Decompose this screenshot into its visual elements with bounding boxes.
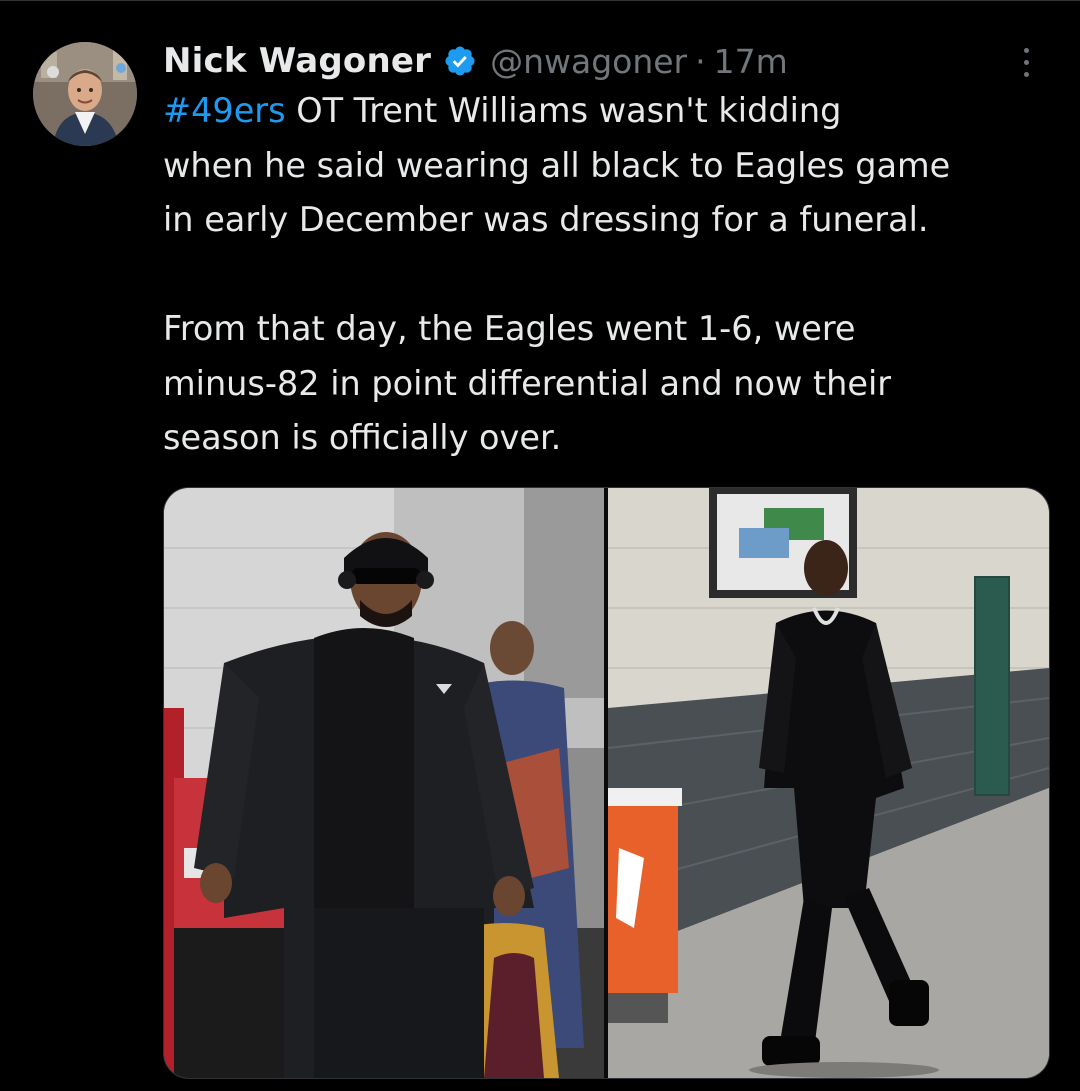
tweet-line: in early December was dressing for a fun… <box>163 200 929 239</box>
author-handle[interactable]: @nwagoner <box>490 42 687 81</box>
more-options-icon[interactable] <box>1016 48 1036 84</box>
tweet-line: minus-82 in point differential and now t… <box>163 363 892 403</box>
photo-right <box>607 488 1049 1078</box>
verified-badge-icon <box>443 44 477 78</box>
tweet[interactable]: Nick Wagoner @nwagoner · 17m #49ers OT T… <box>0 0 1080 1091</box>
tweet-body: Nick Wagoner @nwagoner · 17m #49ers OT T… <box>163 38 1063 466</box>
separator-dot: · <box>695 41 706 81</box>
author-name[interactable]: Nick Wagoner <box>163 41 431 81</box>
photo-left <box>164 488 604 1078</box>
tweet-line-text: OT Trent Williams wasn't kidding <box>285 91 842 130</box>
tweet-line: season is officially over. <box>163 418 562 457</box>
tweet-header: Nick Wagoner @nwagoner · 17m <box>163 38 1063 84</box>
hashtag-link[interactable]: #49ers <box>163 91 286 130</box>
tweet-line: #49ers OT Trent Williams wasn't kidding <box>163 84 1063 139</box>
timestamp[interactable]: 17m <box>714 42 788 81</box>
tweet-text: #49ers OT Trent Williams wasn't kidding … <box>163 84 1063 466</box>
tweet-line: when he said wearing all black to Eagles… <box>163 145 951 185</box>
tweet-line: From that day, the Eagles went 1-6, were <box>163 309 856 348</box>
tweet-media[interactable] <box>163 487 1050 1079</box>
avatar[interactable] <box>33 42 137 146</box>
